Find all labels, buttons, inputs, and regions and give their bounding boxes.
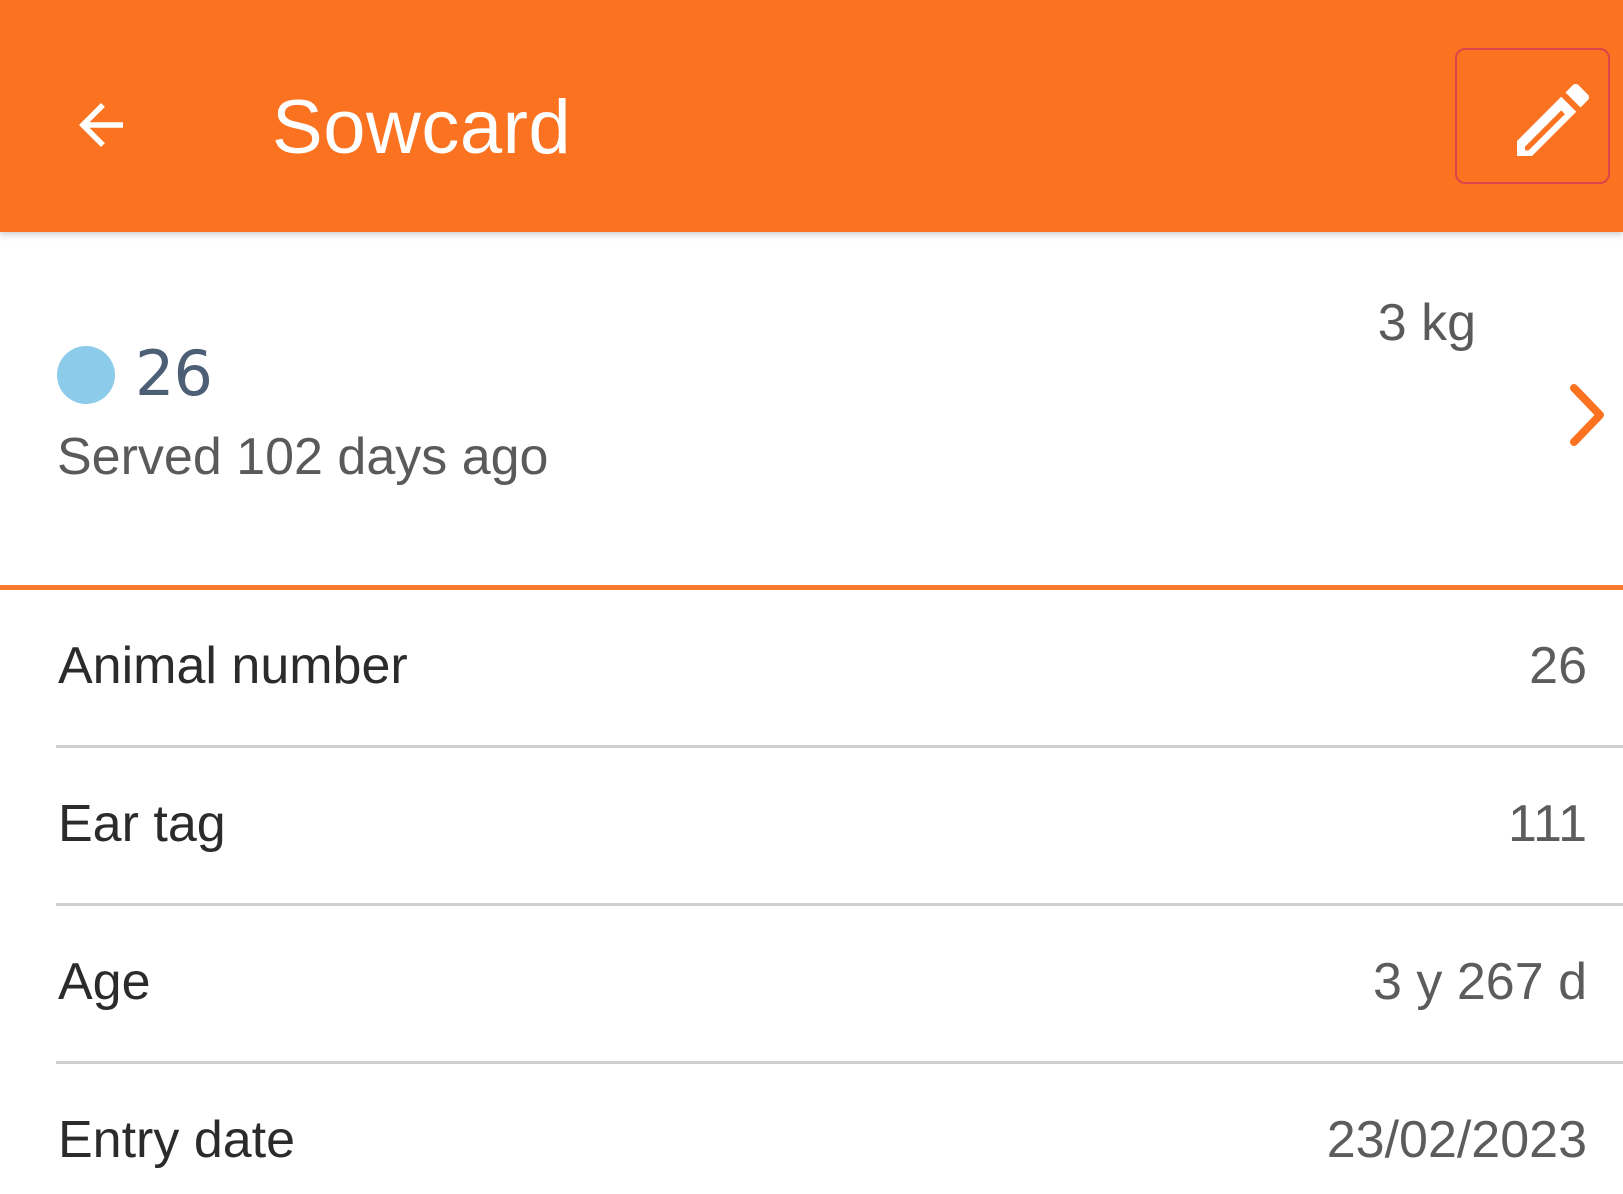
detail-label: Age xyxy=(58,953,151,1011)
details-list: Animal number 26 Ear tag 111 Age 3 y 267… xyxy=(0,590,1623,1194)
detail-value: 23/02/2023 xyxy=(1326,1111,1587,1169)
back-button[interactable] xyxy=(56,80,146,170)
sow-summary-card[interactable]: 26 Served 102 days ago 3 kg xyxy=(0,232,1623,587)
detail-row-entry-date: Entry date 23/02/2023 xyxy=(0,1064,1623,1194)
detail-row-age: Age 3 y 267 d xyxy=(0,906,1623,1064)
detail-value: 3 y 267 d xyxy=(1373,953,1587,1011)
summary-animal-number: 26 xyxy=(135,337,213,410)
sowcard-screen: Sowcard 26 Served 102 days ago 3 kg Anim… xyxy=(0,0,1623,1194)
page-title: Sowcard xyxy=(272,85,572,170)
pencil-icon xyxy=(1516,83,1589,156)
edit-button[interactable] xyxy=(1455,48,1610,184)
detail-label: Ear tag xyxy=(58,795,226,853)
weight-value: 3 kg xyxy=(1377,294,1476,352)
chevron-right-icon xyxy=(1570,384,1604,446)
app-bar: Sowcard xyxy=(0,0,1623,232)
served-status-text: Served 102 days ago xyxy=(57,428,549,486)
detail-row-animal-number: Animal number 26 xyxy=(0,590,1623,748)
detail-label: Animal number xyxy=(58,637,408,695)
detail-value: 111 xyxy=(1507,795,1587,853)
arrow-left-icon xyxy=(79,103,123,147)
detail-label: Entry date xyxy=(58,1111,296,1169)
detail-row-ear-tag: Ear tag 111 xyxy=(0,748,1623,906)
status-dot xyxy=(57,346,115,404)
detail-value: 26 xyxy=(1529,637,1587,695)
